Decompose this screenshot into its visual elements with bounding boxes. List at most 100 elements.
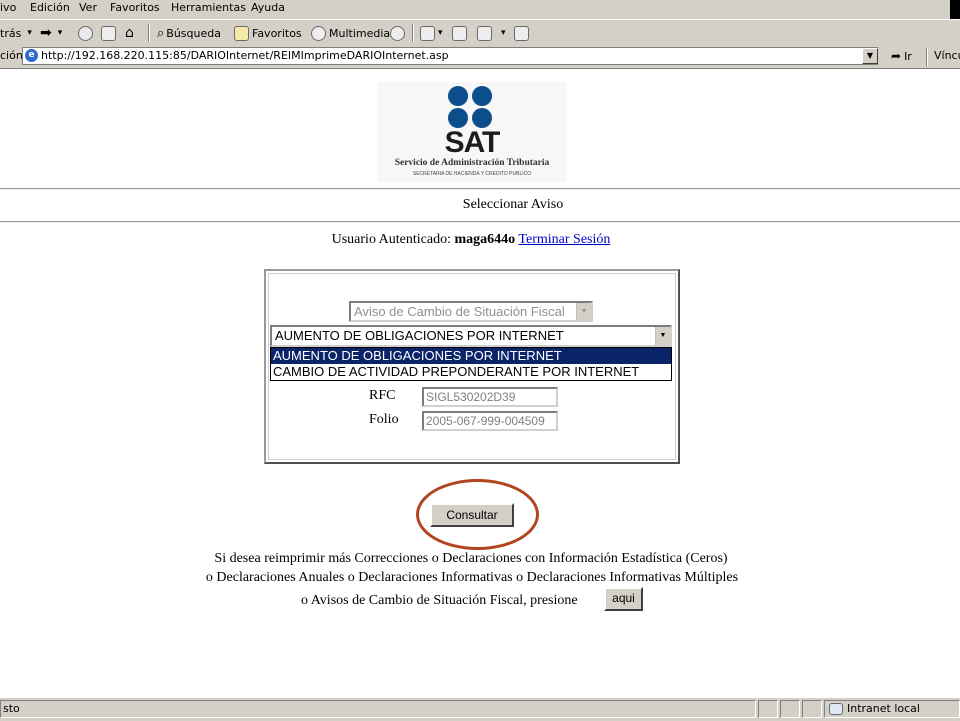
history-button[interactable] — [390, 24, 408, 42]
multimedia-label: Multimedia — [329, 26, 391, 40]
footer-line-1: Si desea reimprimir más Correcciones o D… — [214, 551, 728, 566]
divider — [0, 221, 960, 223]
print-icon — [452, 25, 467, 41]
chevron-down-icon: ▾ — [501, 28, 506, 38]
obligation-option[interactable]: CAMBIO DE ACTIVIDAD PREPONDERANTE POR IN… — [271, 364, 671, 380]
home-button[interactable]: ⌂ — [125, 24, 134, 42]
go-label: Ir — [904, 49, 912, 63]
multimedia-icon — [311, 25, 326, 41]
auth-user: maga644o — [454, 232, 516, 247]
menu-help[interactable]: Ayuda — [251, 1, 285, 14]
back-button[interactable]: trás ▾ — [0, 24, 32, 42]
intranet-icon — [829, 703, 843, 715]
address-input[interactable]: http://192.168.220.115:85/DARIOInternet/… — [22, 47, 878, 65]
address-bar: ción http://192.168.220.115:85/DARIOInte… — [0, 46, 960, 69]
logo-dot — [472, 108, 492, 128]
status-bar: sto Intranet local — [0, 697, 960, 721]
refresh-icon — [101, 25, 116, 41]
mail-icon — [420, 25, 435, 41]
go-button[interactable]: ➦ Ir — [891, 49, 912, 63]
ie-page-icon: e — [25, 49, 38, 62]
status-zone: Intranet local — [824, 700, 960, 718]
favorites-label: Favoritos — [252, 26, 302, 40]
rfc-input[interactable]: SIGL530202D39 — [422, 387, 558, 407]
folio-label: Folio — [369, 412, 399, 427]
logo-subtitle: Servicio de Administración Tributaria — [394, 158, 550, 168]
status-zone-label: Intranet local — [847, 702, 920, 715]
go-arrow-icon: ➦ — [891, 49, 902, 63]
aqui-button[interactable]: aqui — [604, 587, 643, 611]
stop-button[interactable] — [78, 24, 96, 42]
print-button[interactable] — [452, 24, 470, 42]
forward-button[interactable]: ➡ ▾ — [40, 24, 62, 42]
favorites-button[interactable]: Favoritos — [234, 24, 302, 42]
footer-line-3: o Avisos de Cambio de Situación Fiscal, … — [301, 593, 578, 608]
obligation-value: AUMENTO DE OBLIGACIONES POR INTERNET — [275, 328, 564, 343]
favorites-icon — [234, 25, 249, 41]
menu-favorites[interactable]: Favoritos — [110, 1, 160, 14]
arrow-right-icon: ➡ — [40, 25, 52, 41]
sat-logo: SAT Servicio de Administración Tributari… — [378, 82, 566, 182]
menu-view[interactable]: Ver — [79, 1, 97, 14]
back-label: trás — [0, 26, 22, 40]
chevron-down-icon: ▾ — [27, 28, 32, 38]
address-url: http://192.168.220.115:85/DARIOInternet/… — [41, 49, 449, 62]
logo-subsubtitle: SECRETARIA DE HACIENDA Y CREDITO PUBLICO — [412, 171, 532, 177]
chevron-down-icon: ▼ — [576, 303, 591, 320]
chevron-down-icon: ▼ — [866, 51, 874, 60]
status-pane — [758, 700, 778, 718]
divider — [0, 188, 960, 190]
refresh-button[interactable] — [101, 24, 119, 42]
menu-file[interactable]: ivo — [0, 1, 16, 14]
obligation-option-selected[interactable]: AUMENTO DE OBLIGACIONES POR INTERNET — [271, 348, 671, 364]
history-icon — [390, 25, 405, 41]
folio-input[interactable]: 2005-067-999-004509 — [422, 411, 558, 431]
search-label: Búsqueda — [166, 26, 221, 40]
aviso-type-value: Aviso de Cambio de Situación Fiscal — [354, 304, 565, 319]
logo-dot — [472, 86, 492, 106]
home-icon: ⌂ — [125, 25, 134, 41]
toolbar-separator — [148, 24, 150, 42]
obligation-dropdown-list: AUMENTO DE OBLIGACIONES POR INTERNET CAM… — [270, 347, 672, 381]
toolbar-separator — [412, 24, 414, 42]
auth-line: Usuario Autenticado: maga644o Terminar S… — [0, 232, 942, 248]
address-separator — [926, 48, 928, 66]
edit-icon — [477, 25, 492, 41]
status-text: sto — [0, 700, 756, 718]
mail-button[interactable]: ▾ — [420, 24, 443, 42]
address-label: ción — [0, 49, 23, 62]
multimedia-button[interactable]: Multimedia — [311, 24, 390, 42]
stop-icon — [78, 25, 93, 41]
logo-dot — [448, 108, 468, 128]
page-title: Seleccionar Aviso — [462, 197, 564, 212]
chevron-down-icon: ▾ — [57, 28, 63, 38]
annotation-ring — [416, 479, 539, 550]
chevron-down-icon: ▾ — [438, 28, 443, 38]
folio-value: 2005-067-999-004509 — [426, 414, 545, 428]
search-button[interactable]: ⌕ Búsqueda — [157, 24, 221, 42]
menu-edit[interactable]: Edición — [30, 1, 70, 14]
rfc-value: SIGL530202D39 — [426, 390, 516, 404]
status-pane — [802, 700, 822, 718]
links-button[interactable]: Víncu — [934, 49, 960, 62]
address-dropdown-button[interactable]: ▼ — [862, 48, 878, 64]
edit-button[interactable]: ▾ — [477, 24, 506, 42]
discuss-button[interactable] — [514, 24, 532, 42]
toolbar: trás ▾ ➡ ▾ ⌂ ⌕ Búsqueda Favoritos Multim… — [0, 19, 960, 47]
footer-line-2: o Declaraciones Anuales o Declaraciones … — [205, 570, 739, 585]
chevron-down-icon: ▼ — [655, 327, 670, 345]
menu-tools[interactable]: Herramientas — [171, 1, 246, 14]
rfc-label: RFC — [369, 388, 396, 403]
logout-link[interactable]: Terminar Sesión — [518, 232, 610, 247]
logo-word: SAT — [444, 126, 501, 159]
auth-prefix: Usuario Autenticado: — [331, 232, 451, 247]
status-pane — [780, 700, 800, 718]
logo-dot — [448, 86, 468, 106]
window-edge — [950, 0, 960, 19]
notepad-icon — [514, 25, 529, 41]
status-message: sto — [3, 702, 20, 715]
obligation-select[interactable]: AUMENTO DE OBLIGACIONES POR INTERNET ▼ — [270, 325, 672, 347]
menu-bar: ivo Edición Ver Favoritos Herramientas A… — [0, 0, 960, 19]
aviso-type-select[interactable]: Aviso de Cambio de Situación Fiscal ▼ — [349, 301, 593, 322]
search-icon: ⌕ — [157, 25, 165, 41]
